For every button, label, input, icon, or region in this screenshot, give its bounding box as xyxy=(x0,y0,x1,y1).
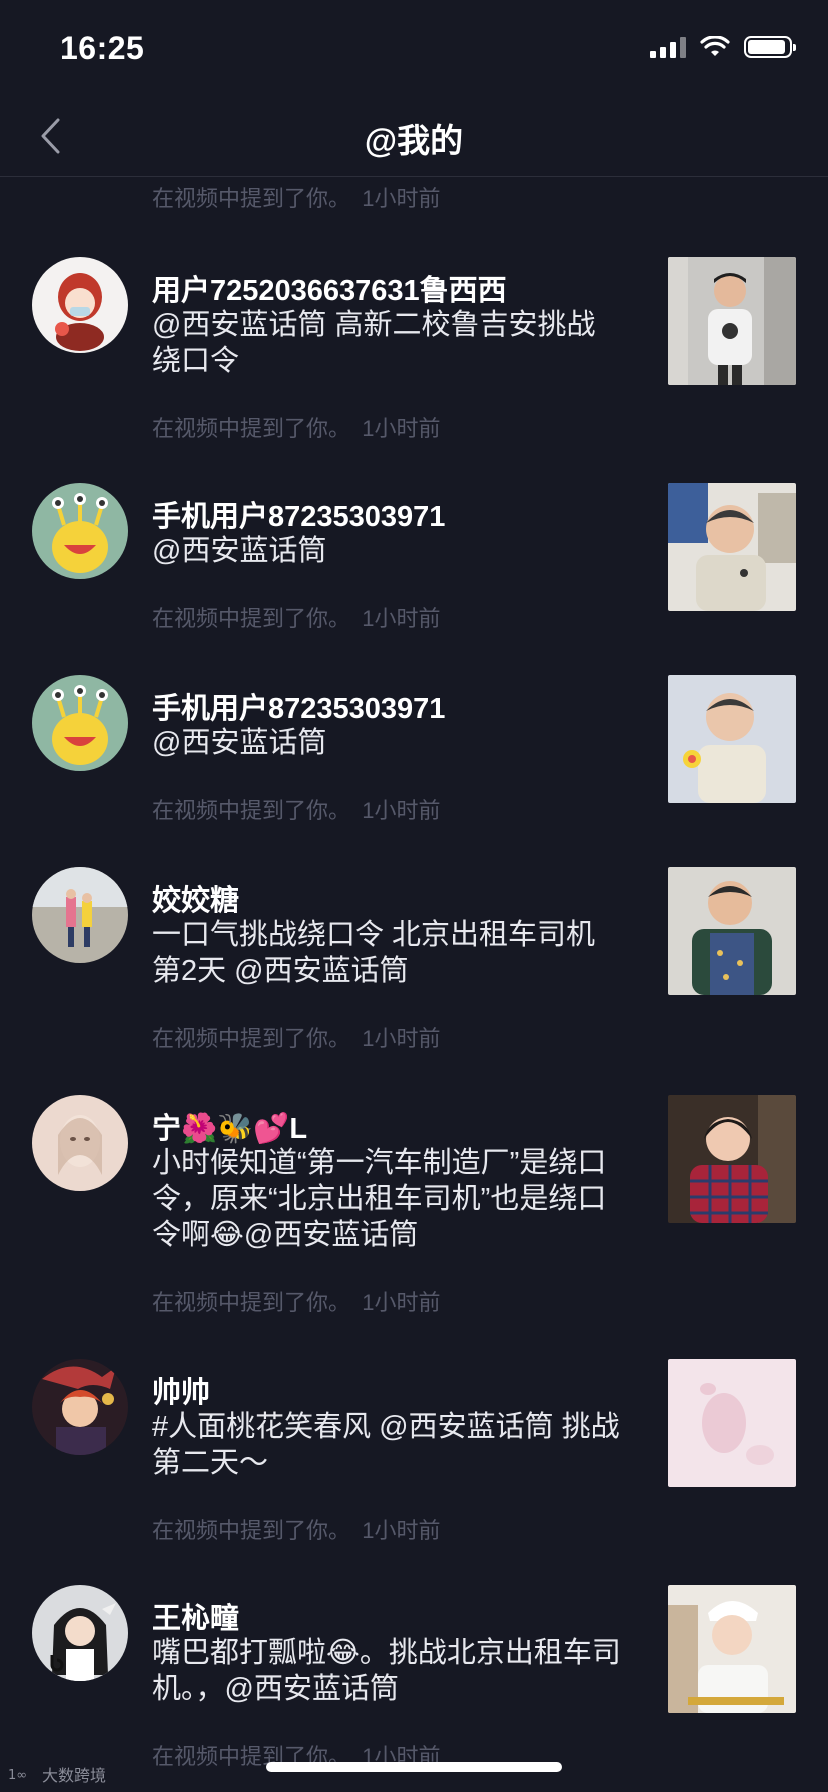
avatar[interactable] xyxy=(32,867,128,963)
video-thumbnail[interactable] xyxy=(668,675,796,803)
avatar[interactable] xyxy=(32,675,128,771)
mention-text: 小时候知道“第一汽车制造厂”是绕口令，原来“北京出租车司机”也是绕口令啊😂@西安… xyxy=(152,1147,607,1251)
nav-bar: @我的 xyxy=(0,100,828,177)
page-title: @我的 xyxy=(364,122,464,159)
mention-text: @西安蓝话筒 xyxy=(152,535,327,567)
video-thumbnail[interactable] xyxy=(668,1095,796,1223)
mention-text: 嘴巴都打瓢啦😂。挑战北京出租车司机。，@西安蓝话筒 xyxy=(152,1637,621,1705)
username[interactable]: 帅帅 xyxy=(152,1369,210,1411)
avatar[interactable] xyxy=(32,483,128,579)
mentions-screen: 16:25 @我的 在视频中提到了你。 1小时前 用户7252036637631… xyxy=(0,0,828,1792)
mention-meta: 在视频中提到了你。 1小时前 xyxy=(152,798,441,823)
video-thumbnail[interactable] xyxy=(668,1359,796,1487)
mention-text: @西安蓝话筒 高新二校鲁吉安挑战绕口令 xyxy=(152,309,596,377)
status-time: 16:25 xyxy=(60,30,145,66)
mention-meta: 在视频中提到了你。 1小时前 xyxy=(152,416,441,441)
username[interactable]: 宁🌺🐝💕L xyxy=(152,1105,307,1147)
status-icons xyxy=(650,36,796,58)
avatar[interactable] xyxy=(32,257,128,353)
cellular-signal-icon xyxy=(650,36,686,58)
mention-meta: 在视频中提到了你。 1小时前 xyxy=(152,1290,441,1315)
username[interactable]: 姣姣糖 xyxy=(152,877,239,919)
mention-meta: 在视频中提到了你。 1小时前 xyxy=(152,606,441,631)
video-thumbnail[interactable] xyxy=(668,483,796,611)
mention-meta: 在视频中提到了你。 1小时前 xyxy=(152,1026,441,1051)
battery-icon xyxy=(744,36,796,58)
home-indicator[interactable] xyxy=(266,1762,562,1772)
username[interactable]: 手机用户87235303971 xyxy=(152,493,445,535)
username[interactable]: 王杺疃 xyxy=(152,1595,239,1637)
svg-text:1∞: 1∞ xyxy=(8,1768,27,1782)
username[interactable]: 用户7252036637631鲁西西 xyxy=(152,267,507,309)
watermark-logo-icon: 1∞ xyxy=(8,1768,27,1782)
avatar[interactable] xyxy=(32,1095,128,1191)
username[interactable]: 手机用户87235303971 xyxy=(152,685,445,727)
avatar[interactable] xyxy=(32,1585,128,1681)
video-thumbnail[interactable] xyxy=(668,867,796,995)
status-bar: 16:25 xyxy=(0,0,828,100)
avatar[interactable] xyxy=(32,1359,128,1455)
mention-meta: 在视频中提到了你。 1小时前 xyxy=(152,1518,441,1543)
video-thumbnail[interactable] xyxy=(668,257,796,385)
mention-text: @西安蓝话筒 xyxy=(152,727,327,759)
watermark: 1∞ 大数跨境 xyxy=(8,1762,106,1786)
list-item-meta: 在视频中提到了你。 1小时前 xyxy=(152,186,441,211)
watermark-text: 大数跨境 xyxy=(42,1768,107,1785)
video-thumbnail[interactable] xyxy=(668,1585,796,1713)
wifi-icon xyxy=(700,36,730,56)
mention-text: 一口气挑战绕口令 北京出租车司机第2天 @西安蓝话筒 xyxy=(152,919,596,987)
mention-text: #人面桃花笑春风 @西安蓝话筒 挑战第二天～ xyxy=(152,1411,620,1479)
